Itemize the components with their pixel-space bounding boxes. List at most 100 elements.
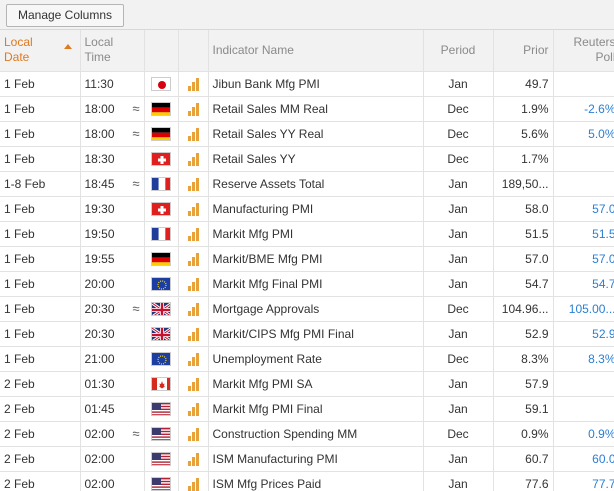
- row-indicator-name[interactable]: Jibun Bank Mfg PMI: [208, 71, 424, 97]
- row-period: Jan: [423, 171, 494, 197]
- row-indicator-name[interactable]: Markit Mfg PMI Final: [208, 396, 424, 422]
- row-period: Jan: [423, 446, 494, 472]
- row-time: 18:30: [80, 146, 145, 172]
- row-prior: 51.5: [493, 221, 554, 247]
- importance-bars-icon: [187, 102, 199, 117]
- table-row[interactable]: 1 Feb 11:30 Jibun Bank Mfg PMI Jan 49.7: [0, 71, 614, 97]
- row-country: [144, 396, 179, 422]
- row-time: 02:00: [80, 446, 145, 472]
- row-importance: [178, 146, 209, 172]
- header-period[interactable]: Period: [423, 30, 494, 72]
- row-indicator-name[interactable]: Markit/CIPS Mfg PMI Final: [208, 321, 424, 347]
- row-country: [144, 146, 179, 172]
- row-importance: [178, 421, 209, 447]
- row-date: 1 Feb: [0, 296, 81, 322]
- uk-flag-icon: [151, 327, 171, 342]
- row-prior: 58.0: [493, 196, 554, 222]
- header-row: Local Date Local Time Indicator Name Per…: [0, 30, 614, 72]
- header-prior[interactable]: Prior: [493, 30, 554, 72]
- header-local-time[interactable]: Local Time: [80, 30, 145, 72]
- row-reuters-poll: 105.00...: [553, 296, 614, 322]
- row-indicator-name[interactable]: Construction Spending MM: [208, 421, 424, 447]
- table-row[interactable]: 2 Feb 02:00 ISM Manufacturing PMI Jan 60.7 60…: [0, 446, 614, 472]
- row-reuters-poll: 54.7: [553, 271, 614, 297]
- row-indicator-name[interactable]: Unemployment Rate: [208, 346, 424, 372]
- header-reuters-poll-line1: Reuters: [573, 35, 614, 50]
- row-indicator-name[interactable]: Markit Mfg PMI SA: [208, 371, 424, 397]
- row-indicator-name[interactable]: Markit Mfg Final PMI: [208, 271, 424, 297]
- row-time: 11:30: [80, 71, 145, 97]
- table-row[interactable]: 1 Feb 19:50 Markit Mfg PMI Jan 51.5 51.5: [0, 221, 614, 247]
- table-row[interactable]: 1 Feb 21:00 Unemployment Rate Dec 8.3% 8.3%: [0, 346, 614, 372]
- header-reuters-poll[interactable]: Reuters Poll: [553, 30, 614, 72]
- row-reuters-poll: 0.9%: [553, 421, 614, 447]
- table-row[interactable]: 2 Feb 02:00 ≈ Construction Spending MM Dec 0.…: [0, 421, 614, 447]
- row-time: 21:00: [80, 346, 145, 372]
- row-time-value: 18:00: [84, 126, 115, 141]
- importance-bars-icon: [187, 127, 199, 142]
- header-importance[interactable]: [178, 30, 209, 72]
- row-country: [144, 321, 179, 347]
- row-indicator-name[interactable]: Manufacturing PMI: [208, 196, 424, 222]
- importance-bars-icon: [187, 477, 199, 491]
- row-indicator-name[interactable]: Retail Sales MM Real: [208, 96, 424, 122]
- row-time-value: 11:30: [84, 76, 114, 91]
- row-indicator-name[interactable]: ISM Manufacturing PMI: [208, 446, 424, 472]
- row-importance: [178, 446, 209, 472]
- row-period: Dec: [423, 96, 494, 122]
- header-indicator-name[interactable]: Indicator Name: [208, 30, 424, 72]
- row-date: 1-8 Feb: [0, 171, 81, 197]
- row-indicator-name[interactable]: Retail Sales YY Real: [208, 121, 424, 147]
- table-row[interactable]: 1 Feb 20:30 Markit/CIPS Mfg PMI Final Jan 52…: [0, 321, 614, 347]
- row-date: 2 Feb: [0, 471, 81, 491]
- row-date: 1 Feb: [0, 196, 81, 222]
- table-row[interactable]: 1 Feb 18:00 ≈ Retail Sales MM Real Dec 1.9% -2…: [0, 96, 614, 122]
- row-prior: 77.6: [493, 471, 554, 491]
- row-prior: 52.9: [493, 321, 554, 347]
- revised-indicator-icon: ≈: [132, 175, 140, 191]
- importance-bars-icon: [187, 227, 199, 242]
- table-row[interactable]: 1 Feb 20:30 ≈ Mortgage Approvals Dec 104.96..…: [0, 296, 614, 322]
- row-indicator-name[interactable]: ISM Mfg Prices Paid: [208, 471, 424, 491]
- table-row[interactable]: 2 Feb 01:45 Markit Mfg PMI Final Jan 59.1: [0, 396, 614, 422]
- row-period: Dec: [423, 296, 494, 322]
- row-time-value: 01:30: [84, 376, 115, 391]
- row-indicator-name[interactable]: Mortgage Approvals: [208, 296, 424, 322]
- row-reuters-poll: [553, 371, 614, 397]
- row-period: Jan: [423, 196, 494, 222]
- header-local-date[interactable]: Local Date: [0, 30, 81, 72]
- switzerland-flag-icon: [151, 152, 171, 167]
- table-row[interactable]: 1 Feb 19:30 Manufacturing PMI Jan 58.0 57.0: [0, 196, 614, 222]
- row-time: 20:30: [80, 321, 145, 347]
- table-row[interactable]: 1 Feb 19:55 Markit/BME Mfg PMI Jan 57.0 57.0: [0, 246, 614, 272]
- row-date: 2 Feb: [0, 446, 81, 472]
- table-row[interactable]: 2 Feb 01:30 Markit Mfg PMI SA Jan 57.9: [0, 371, 614, 397]
- row-country: [144, 421, 179, 447]
- japan-flag-icon: [151, 77, 171, 92]
- table-row[interactable]: 1 Feb 18:00 ≈ Retail Sales YY Real Dec 5.6% 5.…: [0, 121, 614, 147]
- row-time-value: 02:00: [84, 451, 115, 466]
- table-row[interactable]: 1-8 Feb 18:45 ≈ Reserve Assets Total Jan 189,…: [0, 171, 614, 197]
- row-period: Jan: [423, 246, 494, 272]
- germany-flag-icon: [151, 252, 171, 267]
- row-reuters-poll: 5.0%: [553, 121, 614, 147]
- table-row[interactable]: 1 Feb 18:30 Retail Sales YY Dec 1.7%: [0, 146, 614, 172]
- manage-columns-button[interactable]: Manage Columns: [6, 4, 124, 27]
- row-indicator-name[interactable]: Reserve Assets Total: [208, 171, 424, 197]
- row-indicator-name[interactable]: Markit Mfg PMI: [208, 221, 424, 247]
- row-time: 02:00 ≈: [80, 421, 145, 447]
- row-indicator-name[interactable]: Markit/BME Mfg PMI: [208, 246, 424, 272]
- row-date: 1 Feb: [0, 246, 81, 272]
- row-time: 19:30: [80, 196, 145, 222]
- revised-indicator-icon: ≈: [132, 300, 140, 316]
- table-row[interactable]: 1 Feb 20:00 Markit Mfg Final PMI Jan 54.7 54.…: [0, 271, 614, 297]
- usa-flag-icon: [151, 402, 171, 417]
- row-importance: [178, 271, 209, 297]
- header-country[interactable]: [144, 30, 179, 72]
- row-importance: [178, 471, 209, 491]
- row-time-value: 01:45: [84, 401, 115, 416]
- row-date: 1 Feb: [0, 221, 81, 247]
- row-indicator-name[interactable]: Retail Sales YY: [208, 146, 424, 172]
- table-row[interactable]: 2 Feb 02:00 ISM Mfg Prices Paid Jan 77.6 77.7: [0, 471, 614, 491]
- row-country: [144, 471, 179, 491]
